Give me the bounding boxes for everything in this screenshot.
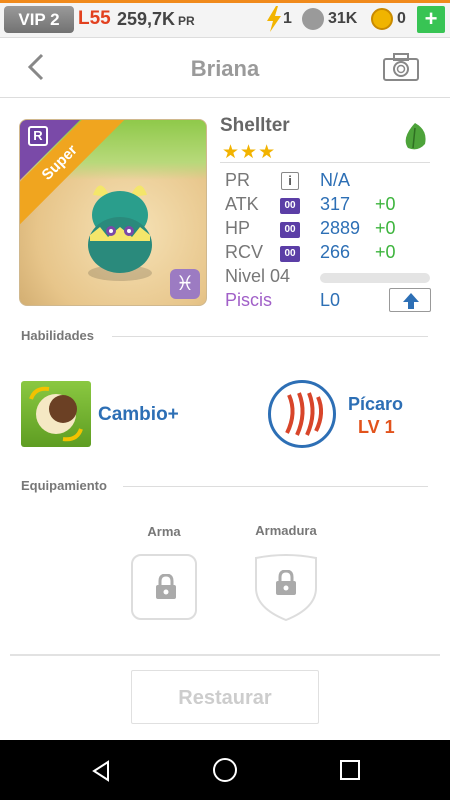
monster-egg-icon bbox=[88, 185, 152, 281]
coin-icon bbox=[371, 8, 393, 30]
add-currency-button[interactable]: + bbox=[417, 6, 445, 33]
claw-scratch-icon bbox=[285, 392, 323, 436]
armor-label: Armadura bbox=[255, 523, 317, 538]
rarity-stars: ★★★ bbox=[222, 142, 277, 163]
stats-divider bbox=[220, 162, 430, 163]
stat-upgrade-badge: 00 bbox=[280, 198, 300, 214]
nav-recents-icon[interactable] bbox=[340, 760, 360, 780]
sign-upgrade-button[interactable] bbox=[389, 288, 431, 312]
stat-bonus: +0 bbox=[375, 242, 396, 262]
skill-picaro-label[interactable]: Pícaro bbox=[348, 394, 403, 415]
sign-label: Piscis bbox=[225, 290, 273, 310]
stat-bonus: +0 bbox=[375, 218, 396, 238]
lock-icon bbox=[276, 570, 296, 595]
stat-value: N/A bbox=[320, 170, 351, 190]
top-accent-line bbox=[0, 0, 450, 3]
swap-coconut-icon bbox=[29, 386, 83, 442]
coin-value: 0 bbox=[397, 10, 406, 27]
level-label: Nivel 04 bbox=[225, 266, 291, 286]
paw-value: 31K bbox=[328, 10, 358, 27]
stat-value: 266 bbox=[320, 242, 351, 262]
lock-icon bbox=[156, 574, 176, 599]
stat-label: PR bbox=[225, 170, 251, 190]
footer-divider bbox=[10, 654, 440, 656]
power-unit: PR bbox=[178, 14, 195, 28]
weapon-label: Arma bbox=[147, 524, 181, 539]
monster-card-image[interactable]: Super R ♓ bbox=[19, 119, 207, 306]
equipment-section-title: Equipamiento bbox=[21, 478, 107, 493]
info-icon[interactable]: i bbox=[281, 172, 299, 190]
stat-row-level: Nivel 04 bbox=[225, 266, 435, 290]
sign-level: L0 bbox=[320, 290, 341, 310]
stat-upgrade-badge: 00 bbox=[280, 222, 300, 238]
skill-picaro-level: LV 1 bbox=[358, 417, 395, 437]
stat-row-rcv: RCV 00 266 +0 bbox=[225, 242, 435, 266]
nav-home-icon[interactable] bbox=[213, 758, 237, 782]
stat-value: 2889 bbox=[320, 218, 361, 238]
player-power: 259,7K PR bbox=[117, 9, 195, 30]
arrow-up-icon bbox=[403, 293, 419, 309]
camera-icon[interactable] bbox=[382, 52, 420, 82]
stat-label: ATK bbox=[225, 194, 259, 214]
energy-icon bbox=[267, 6, 281, 32]
system-nav-bar bbox=[0, 740, 450, 800]
leaf-element-icon bbox=[399, 121, 431, 153]
skill-cambio-label[interactable]: Cambio+ bbox=[98, 404, 179, 426]
weapon-slot[interactable] bbox=[131, 554, 197, 620]
rarity-badge: R bbox=[28, 126, 48, 146]
stat-label: RCV bbox=[225, 242, 264, 262]
pisces-sign-icon: ♓ bbox=[170, 269, 200, 299]
status-bar: VIP 2 L55 259,7K PR 1 31K 0 + bbox=[0, 0, 450, 38]
monster-name: Shellter bbox=[220, 115, 290, 136]
stat-row-hp: HP 00 2889 +0 bbox=[225, 218, 435, 242]
stat-upgrade-badge: 00 bbox=[280, 246, 300, 262]
vip-badge[interactable]: VIP 2 bbox=[4, 6, 74, 33]
paw-icon bbox=[302, 8, 324, 30]
stat-row-pr: PR i N/A bbox=[225, 170, 435, 194]
stat-bonus: +0 bbox=[375, 194, 396, 214]
restore-button[interactable]: Restaurar bbox=[131, 670, 319, 724]
stat-row-atk: ATK 00 317 +0 bbox=[225, 194, 435, 218]
skills-section-title: Habilidades bbox=[21, 328, 94, 343]
equipment-divider bbox=[123, 486, 428, 487]
skill-picaro-icon[interactable] bbox=[268, 380, 336, 448]
nav-back-icon[interactable] bbox=[90, 760, 112, 782]
power-value: 259,7K bbox=[117, 9, 176, 29]
stat-label: HP bbox=[225, 218, 251, 238]
page-header: Briana bbox=[0, 38, 450, 98]
player-level: L55 bbox=[78, 8, 111, 29]
skills-divider bbox=[112, 336, 428, 337]
stat-value: 317 bbox=[320, 194, 351, 214]
skill-cambio-icon[interactable] bbox=[21, 381, 91, 447]
armor-slot[interactable] bbox=[253, 552, 319, 622]
level-progress-bar bbox=[320, 273, 430, 283]
energy-value: 1 bbox=[283, 10, 292, 27]
stat-row-sign: Piscis L0 bbox=[225, 288, 435, 314]
